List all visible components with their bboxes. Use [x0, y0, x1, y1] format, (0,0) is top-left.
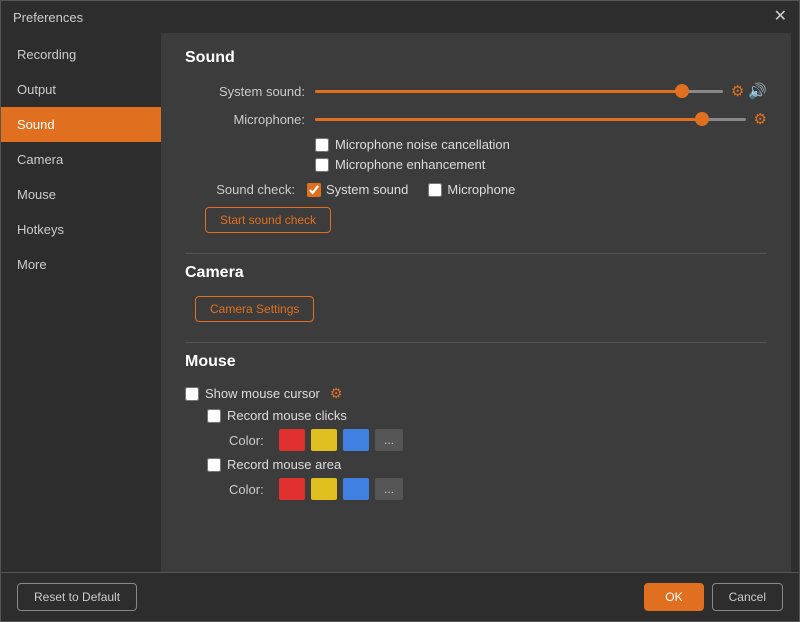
system-sound-gear-icon[interactable]: ⚙	[731, 82, 744, 100]
color-swatch-yellow-2[interactable]	[311, 478, 337, 500]
color-swatch-red-2[interactable]	[279, 478, 305, 500]
microphone-row: Microphone: ⚙	[185, 109, 767, 129]
system-sound-fill	[315, 90, 682, 93]
sidebar-item-camera[interactable]: Camera	[1, 142, 161, 177]
color-row-1: Color: ...	[229, 429, 767, 451]
color-row-2: Color: ...	[229, 478, 767, 500]
divider-2	[185, 342, 767, 343]
color-more-button-2[interactable]: ...	[375, 478, 403, 500]
system-sound-speaker-icon[interactable]: 🔊	[748, 82, 767, 100]
record-mouse-clicks-checkbox[interactable]	[207, 409, 221, 423]
mouse-title: Mouse	[185, 353, 767, 371]
microphone-check-item: Microphone	[428, 182, 515, 197]
divider-1	[185, 253, 767, 254]
camera-section: Camera Camera Settings	[185, 264, 767, 322]
record-mouse-area-row: Record mouse area	[207, 457, 767, 472]
close-button[interactable]: ✕	[774, 9, 787, 25]
microphone-track	[315, 118, 746, 121]
sidebar-item-recording[interactable]: Recording	[1, 37, 161, 72]
preferences-dialog: Preferences ✕ Recording Output Sound Cam…	[0, 0, 800, 622]
color-swatch-blue-1[interactable]	[343, 429, 369, 451]
record-mouse-clicks-row: Record mouse clicks	[207, 408, 767, 423]
color-label-1: Color:	[229, 433, 269, 448]
noise-cancellation-checkbox[interactable]	[315, 138, 329, 152]
show-mouse-cursor-label: Show mouse cursor	[205, 386, 320, 401]
enhancement-label: Microphone enhancement	[335, 157, 485, 172]
camera-title: Camera	[185, 264, 767, 282]
dialog-title: Preferences	[13, 10, 83, 25]
system-sound-check-item: System sound	[307, 182, 408, 197]
show-mouse-cursor-checkbox[interactable]	[185, 387, 199, 401]
microphone-label: Microphone:	[185, 112, 305, 127]
color-swatch-red-1[interactable]	[279, 429, 305, 451]
sidebar-item-mouse[interactable]: Mouse	[1, 177, 161, 212]
system-sound-check-checkbox[interactable]	[307, 183, 321, 197]
record-mouse-clicks-label: Record mouse clicks	[227, 408, 347, 423]
color-more-button-1[interactable]: ...	[375, 429, 403, 451]
record-mouse-area-label: Record mouse area	[227, 457, 341, 472]
enhancement-checkbox[interactable]	[315, 158, 329, 172]
mouse-cursor-gear-icon[interactable]: ⚙	[330, 385, 343, 402]
footer-left: Reset to Default	[17, 583, 137, 611]
color-swatch-blue-2[interactable]	[343, 478, 369, 500]
content-area: Sound System sound: ⚙ 🔊	[161, 33, 791, 572]
sidebar-item-output[interactable]: Output	[1, 72, 161, 107]
sound-check-row: Sound check: System sound Microphone	[195, 182, 767, 197]
system-sound-label: System sound:	[185, 84, 305, 99]
microphone-fill	[315, 118, 702, 121]
microphone-check-checkbox[interactable]	[428, 183, 442, 197]
sidebar-item-hotkeys[interactable]: Hotkeys	[1, 212, 161, 247]
mouse-section: Mouse Show mouse cursor ⚙ Record mouse c…	[185, 353, 767, 500]
show-mouse-cursor-row: Show mouse cursor ⚙	[185, 385, 767, 402]
main-area: Recording Output Sound Camera Mouse Hotk…	[1, 33, 799, 572]
microphone-check-label: Microphone	[447, 182, 515, 197]
sound-check-label: Sound check:	[195, 182, 295, 197]
sidebar-item-more[interactable]: More	[1, 247, 161, 282]
microphone-thumb[interactable]	[695, 112, 709, 126]
microphone-icons: ⚙	[754, 110, 767, 128]
footer-right: OK Cancel	[644, 583, 783, 611]
enhancement-row: Microphone enhancement	[315, 157, 767, 172]
color-label-2: Color:	[229, 482, 269, 497]
record-mouse-area-checkbox[interactable]	[207, 458, 221, 472]
sidebar: Recording Output Sound Camera Mouse Hotk…	[1, 33, 161, 572]
ok-button[interactable]: OK	[644, 583, 703, 611]
color-swatch-yellow-1[interactable]	[311, 429, 337, 451]
noise-cancellation-label: Microphone noise cancellation	[335, 137, 510, 152]
title-bar: Preferences ✕	[1, 1, 799, 33]
system-sound-track	[315, 90, 723, 93]
sound-section: Sound System sound: ⚙ 🔊	[185, 49, 767, 233]
system-sound-check-label: System sound	[326, 182, 408, 197]
noise-cancellation-row: Microphone noise cancellation	[315, 137, 767, 152]
cancel-button[interactable]: Cancel	[712, 583, 783, 611]
start-sound-check-button[interactable]: Start sound check	[205, 207, 331, 233]
system-sound-slider-container[interactable]	[315, 81, 723, 101]
footer: Reset to Default OK Cancel	[1, 572, 799, 621]
microphone-gear-icon[interactable]: ⚙	[754, 110, 767, 128]
reset-to-default-button[interactable]: Reset to Default	[17, 583, 137, 611]
camera-settings-button[interactable]: Camera Settings	[195, 296, 314, 322]
sidebar-item-sound[interactable]: Sound	[1, 107, 161, 142]
microphone-slider-container[interactable]	[315, 109, 746, 129]
system-sound-thumb[interactable]	[675, 84, 689, 98]
scrollbar-track[interactable]	[791, 33, 799, 572]
system-sound-row: System sound: ⚙ 🔊	[185, 81, 767, 101]
system-sound-icons: ⚙ 🔊	[731, 82, 767, 100]
sound-title: Sound	[185, 49, 767, 67]
